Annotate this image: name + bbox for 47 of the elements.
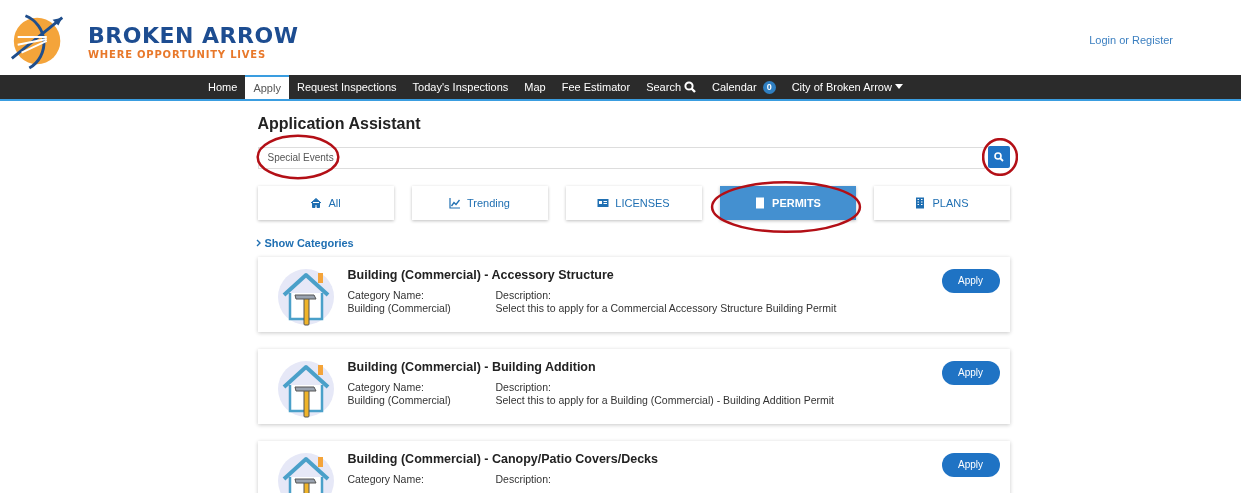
- nav-link[interactable]: Search: [638, 75, 704, 99]
- field-value: Building (Commercial): [347, 301, 452, 314]
- nav-link[interactable]: Map: [516, 75, 554, 99]
- caret-icon: [894, 84, 903, 90]
- building-icon: [914, 196, 927, 209]
- nav-link[interactable]: Today's Inspections: [404, 75, 517, 99]
- show-categories-link[interactable]: Show Categories: [255, 236, 354, 249]
- field-label: Category Name:: [347, 380, 425, 393]
- id-card-icon: [597, 196, 610, 209]
- home-icon: [310, 196, 323, 209]
- category-tab[interactable]: LICENSES: [565, 185, 702, 220]
- apply-button[interactable]: Apply: [941, 452, 1000, 477]
- category-tab[interactable]: Trending: [411, 185, 548, 220]
- result-title: Building (Commercial) - Canopy/Patio Covers/Decks: [347, 451, 659, 466]
- nav-link[interactable]: Request Inspections: [288, 75, 405, 99]
- house-hammer-icon: [275, 266, 336, 327]
- logo-tagline: WHERE OPPORTUNITY LIVES: [88, 48, 267, 60]
- category-tab[interactable]: PLANS: [873, 185, 1010, 220]
- apply-button[interactable]: Apply: [941, 360, 1000, 385]
- count-badge: 0: [762, 80, 776, 94]
- search-button[interactable]: [987, 146, 1010, 169]
- nav-link[interactable]: Calendar 0: [704, 75, 784, 99]
- field-label: Category Name:: [347, 288, 425, 301]
- page-title: Application Assistant: [257, 115, 422, 133]
- search-icon: [993, 152, 1004, 163]
- field-label: Category Name:: [347, 472, 425, 485]
- nav-link[interactable]: Home: [200, 75, 246, 99]
- login-link[interactable]: Login or Register: [1089, 34, 1173, 46]
- building-icon: [754, 196, 767, 209]
- category-tab[interactable]: All: [257, 185, 394, 220]
- field-value: Select this to apply for a Commercial Accessory Structure Building Permit: [495, 301, 838, 314]
- chart-icon: [449, 196, 461, 209]
- result-title: Building (Commercial) - Building Addition: [347, 359, 597, 374]
- result-title: Building (Commercial) - Accessory Structure: [347, 267, 615, 282]
- apply-button[interactable]: Apply: [941, 268, 1000, 293]
- field-value: Select this to apply for a Building (Commercial) - Building Addition Permit: [495, 393, 835, 406]
- search-field[interactable]: Special Events: [257, 146, 985, 169]
- logo-title: BROKEN ARROW: [88, 22, 299, 49]
- field-label: Description:: [495, 380, 552, 393]
- search-icon: [684, 81, 696, 93]
- nav-link[interactable]: Fee Estimator: [553, 75, 639, 99]
- field-label: Description:: [495, 288, 552, 301]
- nav-link[interactable]: Apply: [245, 75, 289, 99]
- nav-link[interactable]: City of Broken Arrow: [783, 75, 911, 99]
- field-value: Building (Commercial): [347, 393, 452, 406]
- house-hammer-icon: [275, 358, 336, 419]
- field-label: Description:: [495, 472, 552, 485]
